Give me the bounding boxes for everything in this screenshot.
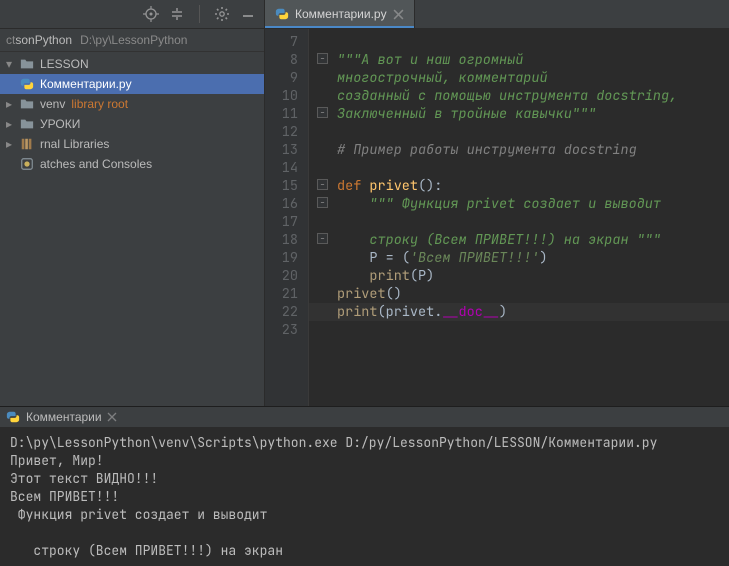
breadcrumb-project[interactable]: sonPython: [15, 33, 72, 47]
tree-item[interactable]: atches and Consoles: [0, 154, 264, 174]
tree-item[interactable]: ▸venv library root: [0, 94, 264, 114]
editor-gutter: 7891011121314151617181920212223: [265, 29, 309, 406]
editor-code-area[interactable]: -"""А вот и наш огромныймногострочный, к…: [309, 29, 729, 406]
tree-item[interactable]: ▾LESSON: [0, 54, 264, 74]
close-icon[interactable]: [393, 9, 404, 20]
code-line[interactable]: - строку (Всем ПРИВЕТ!!!) на экран """: [309, 231, 729, 249]
tree-item[interactable]: Комментарии.py: [0, 74, 264, 94]
code-line[interactable]: -"""А вот и наш огромный: [309, 51, 729, 69]
python-file-icon: [275, 7, 289, 21]
code-line[interactable]: многострочный, комментарий: [309, 69, 729, 87]
fold-marker[interactable]: -: [317, 233, 328, 244]
code-line[interactable]: privet(): [309, 285, 729, 303]
code-line[interactable]: - """ Функция privet создает и выводит: [309, 195, 729, 213]
code-line[interactable]: print(privet.__doc__): [309, 303, 729, 321]
tree-item[interactable]: ▸УРОКИ: [0, 114, 264, 134]
code-line[interactable]: [309, 213, 729, 231]
close-icon[interactable]: [107, 412, 117, 422]
code-line[interactable]: [309, 321, 729, 339]
target-icon[interactable]: [143, 6, 159, 22]
minimize-icon[interactable]: [240, 6, 256, 22]
tree-item[interactable]: ▸rnal Libraries: [0, 134, 264, 154]
editor-tab-label: Комментарии.py: [295, 7, 387, 21]
python-run-icon: [6, 410, 20, 424]
code-line[interactable]: print(P): [309, 267, 729, 285]
project-tree[interactable]: ▾LESSONКомментарии.py▸venv library root▸…: [0, 52, 264, 176]
console-output[interactable]: D:\py\LessonPython\venv\Scripts\python.e…: [0, 428, 729, 566]
console-tab-label: Комментарии: [26, 410, 102, 424]
code-line[interactable]: P = ('Всем ПРИВЕТ!!!'): [309, 249, 729, 267]
breadcrumb: ct sonPython D:\py\LessonPython: [0, 29, 264, 52]
code-line[interactable]: -def privet():: [309, 177, 729, 195]
code-line[interactable]: созданный с помощью инструмента docstrin…: [309, 87, 729, 105]
code-editor[interactable]: 7891011121314151617181920212223 -"""А во…: [265, 29, 729, 406]
breadcrumb-path: D:\py\LessonPython: [80, 33, 187, 47]
code-line[interactable]: [309, 33, 729, 51]
code-line[interactable]: # Пример работы инструмента docstring: [309, 141, 729, 159]
code-line[interactable]: [309, 159, 729, 177]
toolbar-divider: [199, 5, 200, 23]
fold-marker[interactable]: -: [317, 179, 328, 190]
gear-icon[interactable]: [214, 6, 230, 22]
collapse-icon[interactable]: [169, 6, 185, 22]
code-line[interactable]: -Заключенный в тройные кавычки""": [309, 105, 729, 123]
console-tab[interactable]: Комментарии: [26, 410, 117, 424]
fold-marker[interactable]: -: [317, 107, 328, 118]
editor-tab[interactable]: Комментарии.py: [265, 0, 415, 28]
code-line[interactable]: [309, 123, 729, 141]
fold-marker[interactable]: -: [317, 53, 328, 64]
fold-marker[interactable]: -: [317, 197, 328, 208]
